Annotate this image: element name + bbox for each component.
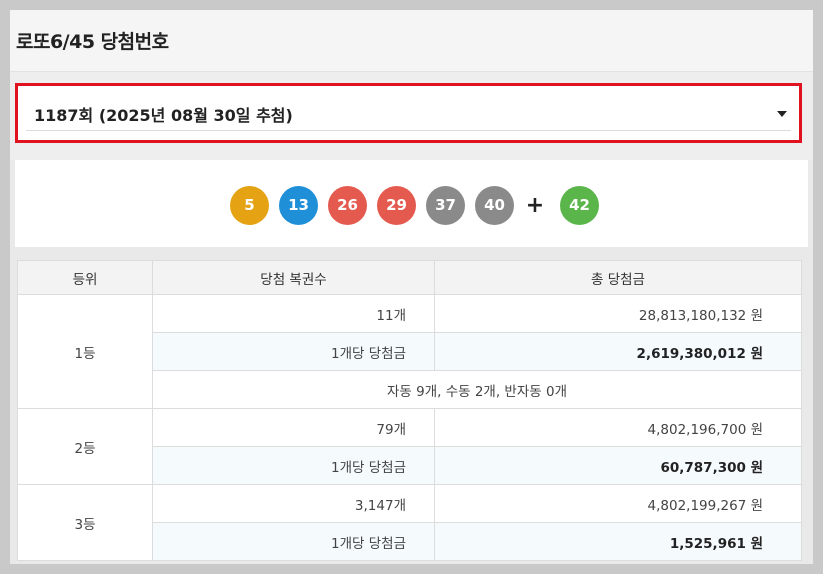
winning-ball: 29 bbox=[377, 186, 416, 225]
ball-number: 13 bbox=[288, 196, 309, 214]
column-header-rank: 등위 bbox=[17, 260, 153, 295]
ball-number: 5 bbox=[244, 196, 255, 214]
total-prize: 28,813,180,132 원 bbox=[434, 294, 802, 333]
ball-number: 42 bbox=[569, 196, 590, 214]
ball-number: 29 bbox=[386, 196, 407, 214]
draw-round-select[interactable]: 1187회 (2025년 08월 30일 추첨) bbox=[15, 83, 802, 143]
ball-number: 40 bbox=[484, 196, 505, 214]
per-ticket-label: 1개당 당첨금 bbox=[152, 522, 435, 561]
table-row: 2등 79개 4,802,196,700 원 bbox=[17, 408, 802, 485]
winning-ball: 5 bbox=[230, 186, 269, 225]
winner-count: 11개 bbox=[152, 294, 435, 333]
lotto-results-panel: 로또6/45 당첨번호 1187회 (2025년 08월 30일 추첨) 5 1… bbox=[10, 10, 813, 564]
table-header-row: 등위 당첨 복권수 총 당첨금 bbox=[17, 260, 802, 295]
winning-ball: 26 bbox=[328, 186, 367, 225]
winning-ball: 40 bbox=[475, 186, 514, 225]
per-ticket-label: 1개당 당첨금 bbox=[152, 446, 435, 485]
chevron-down-icon[interactable] bbox=[777, 111, 787, 117]
draw-round-select-field[interactable]: 1187회 (2025년 08월 30일 추첨) bbox=[26, 93, 791, 131]
ball-number: 26 bbox=[337, 196, 358, 214]
per-ticket-prize: 2,619,380,012 원 bbox=[434, 332, 802, 371]
page-title: 로또6/45 당첨번호 bbox=[16, 31, 169, 53]
per-ticket-prize: 60,787,300 원 bbox=[434, 446, 802, 485]
draw-select-area: 1187회 (2025년 08월 30일 추첨) bbox=[10, 72, 813, 160]
winning-ball: 37 bbox=[426, 186, 465, 225]
prize-table-area: 등위 당첨 복권수 총 당첨금 1등 11개 28,813,180,132 원 … bbox=[10, 247, 813, 564]
total-prize: 4,802,196,700 원 bbox=[434, 408, 802, 447]
auto-manual-breakdown: 자동 9개, 수동 2개, 반자동 0개 bbox=[152, 370, 802, 409]
per-ticket-prize: 1,525,961 원 bbox=[434, 522, 802, 561]
total-prize: 4,802,199,267 원 bbox=[434, 484, 802, 523]
winning-ball: 13 bbox=[279, 186, 318, 225]
column-header-winners: 당첨 복권수 bbox=[152, 260, 435, 295]
rank-cell: 2등 bbox=[17, 408, 153, 485]
rank-cell: 3등 bbox=[17, 484, 153, 561]
header: 로또6/45 당첨번호 bbox=[10, 10, 813, 72]
prize-table: 등위 당첨 복권수 총 당첨금 1등 11개 28,813,180,132 원 … bbox=[17, 260, 802, 561]
winner-count: 79개 bbox=[152, 408, 435, 447]
winning-numbers: 5 13 26 29 37 40 + 42 bbox=[15, 160, 808, 247]
ball-number: 37 bbox=[435, 196, 456, 214]
per-ticket-label: 1개당 당첨금 bbox=[152, 332, 435, 371]
rank-cell: 1등 bbox=[17, 294, 153, 409]
bonus-ball: 42 bbox=[560, 186, 599, 225]
draw-round-selected-value: 1187회 (2025년 08월 30일 추첨) bbox=[34, 106, 293, 125]
plus-sign: + bbox=[525, 193, 545, 218]
table-row: 1등 11개 28,813,180,132 원 bbox=[17, 294, 802, 409]
column-header-total-prize: 총 당첨금 bbox=[434, 260, 802, 295]
table-row: 3등 3,147개 4,802,199,267 원 bbox=[17, 484, 802, 561]
winner-count: 3,147개 bbox=[152, 484, 435, 523]
